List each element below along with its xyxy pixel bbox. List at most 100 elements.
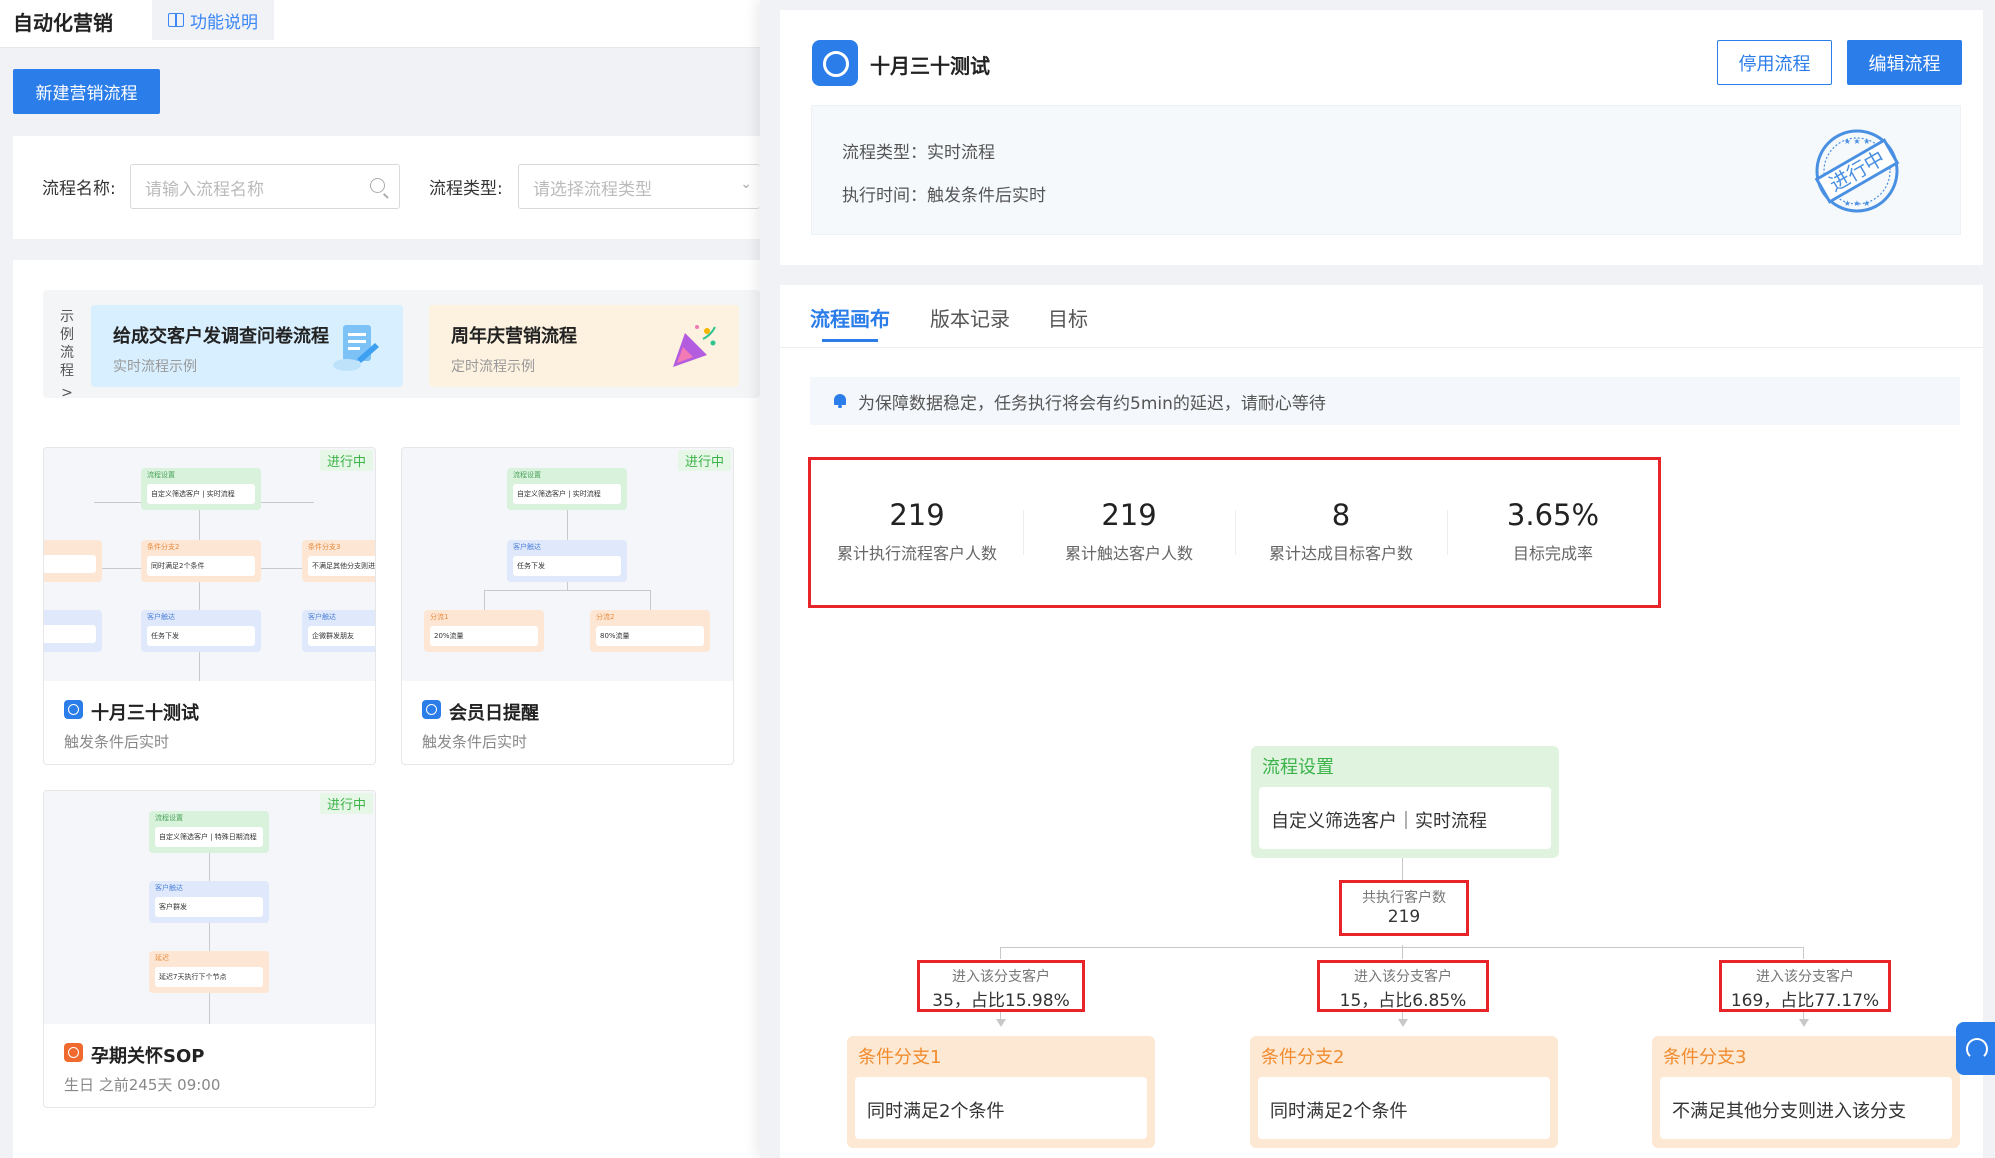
detail-title: 十月三十测试 (870, 54, 990, 78)
flow-name: 孕期关怀SOP (91, 1046, 205, 1067)
flow-card[interactable]: 流程设置 自定义筛选客户 | 特殊日期流程 客户触达 客户群发 延迟 延迟7天执… (43, 790, 376, 1108)
flow-panel: 示 例 流 程 > 给成交客户发调查问卷流程 实时流程示例 周年庆营销流程 定时… (13, 260, 760, 1158)
thumb-node-title: 延迟 (155, 954, 169, 962)
book-icon (168, 13, 184, 27)
stat-goal-rate: 3.65% 目标完成率 (1447, 498, 1659, 564)
node-branch-3[interactable]: 条件分支3 不满足其他分支则进入该分支 (1652, 1036, 1960, 1148)
top-bar: 自动化营销 功能说明 (0, 0, 760, 48)
node-text: 不满足其他分支则进入该分支 (1660, 1077, 1952, 1139)
thumb-node-touch2: 客户触达 任务下发 (141, 610, 261, 652)
flow-name-label: 流程名称: (42, 179, 116, 199)
flow-type-info: 流程类型：实时流程 (842, 143, 995, 163)
thumb-node-text: 自定义筛选客户 | 实时流程 (513, 484, 621, 504)
thumb-node-text: 自定义筛选客户 | 实时流程 (147, 484, 255, 504)
example-side-label[interactable]: 示 例 流 程 > (58, 308, 76, 402)
thumb-node-text: 延迟7天执行下个节点 (155, 967, 263, 987)
stat-label: 累计触达客户人数 (1064, 544, 1193, 563)
node-branch-2[interactable]: 条件分支2 同时满足2个条件 (1250, 1036, 1558, 1148)
flow-info-box: 流程类型：实时流程 执行时间：触发条件后实时 进行中 ★ ★ ★ ★ ★ ★ (811, 105, 1961, 235)
thumb-node-title: 条件分支3 (308, 543, 341, 551)
tab-canvas[interactable]: 流程画布 (810, 303, 890, 332)
thumb-node-title: 分流1 (430, 613, 449, 621)
thumb-node-text: 企微群发朋友 (308, 626, 375, 646)
flow-list-page: 自动化营销 功能说明 新建营销流程 流程名称: 请输入流程名称 流程类型: 请选… (0, 0, 760, 1158)
flow-card[interactable]: 流程设置 自定义筛选客户 | 实时流程 客户触达 任务下发 分流1 20%流量 … (401, 447, 734, 765)
feature-guide-button[interactable]: 功能说明 (152, 0, 274, 40)
node-text: 同时满足2个条件 (1258, 1077, 1550, 1139)
flow-type-select[interactable]: 请选择流程类型 ⌄ (518, 164, 760, 209)
stat-value: 8 (1331, 498, 1351, 532)
node-title: 条件分支3 (1663, 1047, 1747, 1068)
thumb-node-text: 任务下发 (513, 556, 621, 576)
running-stamp: 进行中 ★ ★ ★ ★ ★ ★ (1814, 129, 1900, 213)
stat-label: 目标完成率 (1512, 544, 1593, 563)
example-card-survey[interactable]: 给成交客户发调查问卷流程 实时流程示例 (91, 305, 403, 387)
node-text: 自定义筛选客户｜实时流程 (1259, 787, 1551, 849)
flow-name-input[interactable]: 请输入流程名称 (130, 164, 400, 209)
example-card-anniversary[interactable]: 周年庆营销流程 定时流程示例 (429, 305, 739, 387)
flow-card[interactable]: 流程设置 自定义筛选客户 | 实时流程 条件分支2 同时满足2个条件 条件分支3… (43, 447, 376, 765)
flow-name-placeholder: 请输入流程名称 (145, 180, 264, 200)
bell-icon (832, 393, 848, 409)
clock-icon (64, 700, 83, 719)
app-title: 自动化营销 (13, 11, 113, 35)
tab-goal[interactable]: 目标 (1048, 303, 1088, 332)
branch-enter-counter: 进入该分支客户 35，占比15.98% (917, 960, 1085, 1012)
thumb-node-text: 80%流量 (596, 626, 704, 646)
clock-icon (422, 700, 441, 719)
feature-guide-label: 功能说明 (190, 12, 258, 33)
thumb-node-text: 自定义筛选客户 | 特殊日期流程 (155, 827, 263, 847)
flow-trigger: 触发条件后实时 (422, 733, 528, 751)
counter-value: 169，占比77.17% (1730, 991, 1880, 1011)
stamp-text: 进行中 (1825, 146, 1889, 197)
customer-service-icon[interactable] (1956, 1022, 1995, 1075)
detail-body: 流程画布 版本记录 目标 为保障数据稳定，任务执行将会有约5min的延迟，请耐心… (780, 285, 1983, 1158)
arrow-icon (996, 1019, 1006, 1027)
node-title: 流程设置 (1262, 757, 1334, 778)
thumb-node-delay: 延迟 延迟7天执行下个节点 (149, 951, 269, 993)
new-flow-button[interactable]: 新建营销流程 (13, 69, 160, 114)
thumb-node-title: 条件分支2 (147, 543, 180, 551)
stat-touched-customers: 219 累计触达客户人数 (1023, 498, 1235, 564)
thumb-node-branch2: 条件分支2 同时满足2个条件 (141, 540, 261, 582)
search-icon[interactable] (370, 178, 385, 193)
flow-type-placeholder: 请选择流程类型 (533, 180, 652, 200)
counter-label: 共执行客户数 (1362, 890, 1446, 906)
thumb-node-touch1 (44, 610, 102, 652)
flow-trigger: 生日 之前245天 09:00 (64, 1076, 221, 1094)
counter-value: 15，占比6.85% (1339, 991, 1467, 1011)
branch-enter-counter: 进入该分支客户 169，占比77.17% (1719, 960, 1891, 1012)
thumb-node-branch1 (44, 540, 102, 582)
thumb-node-text: 不满足其他分支则进 (308, 556, 375, 576)
connector (1000, 947, 1001, 959)
chevron-down-icon: ⌄ (740, 176, 752, 192)
thumb-node-text: 20%流量 (430, 626, 538, 646)
stop-flow-button[interactable]: 停用流程 (1717, 40, 1832, 85)
side-char: 程 (60, 363, 74, 379)
thumb-node-title: 客户触达 (155, 884, 183, 892)
thumb-node-text: 同时满足2个条件 (147, 556, 255, 576)
branch-enter-counter: 进入该分支客户 15，占比6.85% (1317, 960, 1489, 1012)
counter-label: 进入该分支客户 (1756, 969, 1854, 985)
flow-trigger: 触发条件后实时 (64, 733, 170, 751)
status-badge: 进行中 (319, 793, 373, 814)
thumb-node-setting: 流程设置 自定义筛选客户 | 实时流程 (141, 468, 261, 510)
thumb-node-text: 任务下发 (147, 626, 255, 646)
svg-text:★ ★ ★: ★ ★ ★ (1844, 199, 1871, 208)
edit-flow-button[interactable]: 编辑流程 (1847, 40, 1962, 85)
exec-time-info: 执行时间：触发条件后实时 (842, 186, 1046, 206)
notice-text: 为保障数据稳定，任务执行将会有约5min的延迟，请耐心等待 (858, 393, 1326, 414)
survey-doc-icon (333, 325, 379, 371)
status-badge: 进行中 (677, 450, 731, 471)
thumb-node-touch: 客户触达 任务下发 (507, 540, 627, 582)
tab-versions[interactable]: 版本记录 (930, 303, 1010, 332)
stat-goal-customers: 8 累计达成目标客户数 (1235, 498, 1447, 564)
counter-value: 219 (1387, 907, 1421, 927)
flow-thumbnail: 流程设置 自定义筛选客户 | 特殊日期流程 客户触达 客户群发 延迟 延迟7天执… (44, 791, 375, 1024)
arrow-icon (1398, 1019, 1408, 1027)
flow-name: 会员日提醒 (449, 703, 539, 724)
stat-label: 累计达成目标客户数 (1268, 544, 1413, 563)
thumb-node-title: 流程设置 (155, 814, 183, 822)
node-branch-1[interactable]: 条件分支1 同时满足2个条件 (847, 1036, 1155, 1148)
node-flow-setting[interactable]: 流程设置 自定义筛选客户｜实时流程 (1251, 746, 1559, 858)
